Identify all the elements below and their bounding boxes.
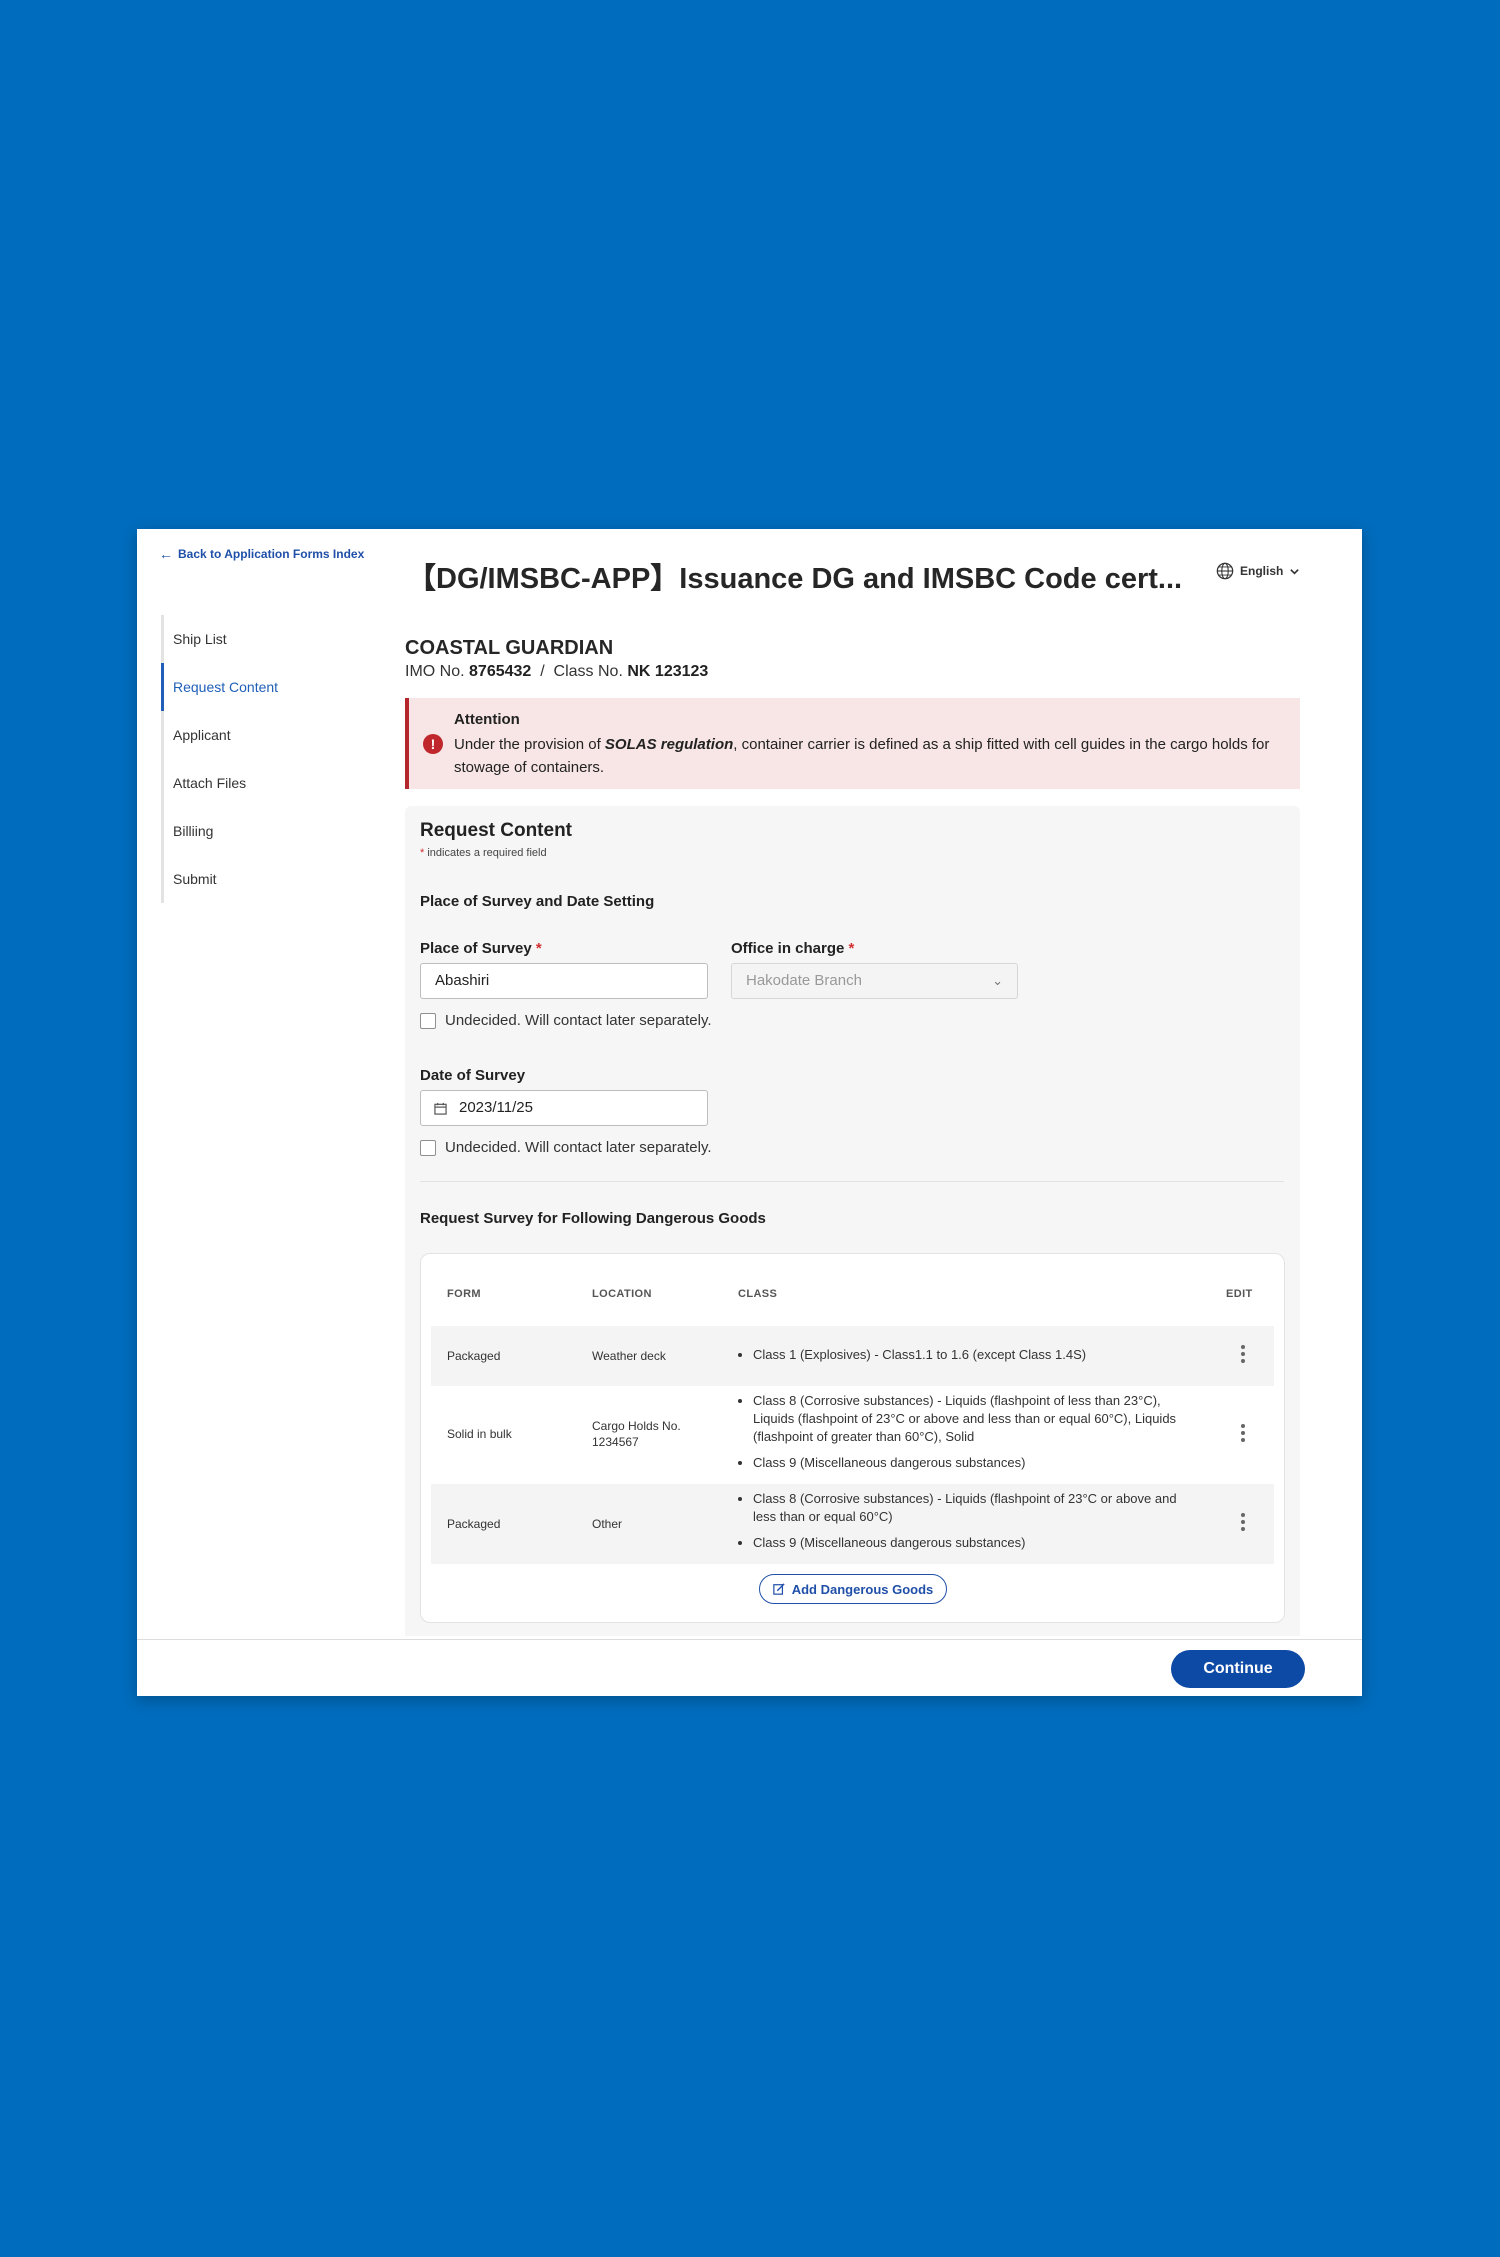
nav-item-applicant[interactable]: Applicant bbox=[164, 711, 314, 759]
alert-title: Attention bbox=[454, 711, 520, 728]
column-header-edit: EDIT bbox=[1226, 1288, 1253, 1300]
page-title: 【DG/IMSBC-APP】Issuance DG and IMSBC Code… bbox=[407, 563, 1183, 595]
globe-icon bbox=[1216, 562, 1234, 580]
place-undecided-checkbox[interactable] bbox=[420, 1012, 436, 1029]
table-row: Packaged Other Class 8 (Corrosive substa… bbox=[431, 1484, 1274, 1564]
date-of-survey-input[interactable]: 2023/11/25 bbox=[420, 1090, 708, 1126]
back-to-index-link[interactable]: ← Back to Application Forms Index bbox=[159, 547, 364, 561]
nav-item-request-content[interactable]: Request Content bbox=[161, 663, 314, 711]
column-header-class: CLASS bbox=[738, 1288, 778, 1300]
add-dangerous-goods-label: Add Dangerous Goods bbox=[791, 1581, 934, 1597]
column-header-form: FORM bbox=[447, 1288, 481, 1300]
arrow-left-icon: ← bbox=[159, 546, 173, 562]
table-row: Packaged Weather deck Class 1 (Explosive… bbox=[431, 1326, 1274, 1386]
class-label: Class No. bbox=[553, 663, 623, 680]
chevron-down-icon bbox=[1290, 568, 1300, 575]
footer-divider bbox=[137, 1639, 1362, 1640]
section-title-dangerous-goods: Request Survey for Following Dangerous G… bbox=[420, 1210, 766, 1227]
class-number: NK 123123 bbox=[627, 663, 709, 680]
continue-button[interactable]: Continue bbox=[1171, 1650, 1305, 1688]
imo-number: 8765432 bbox=[469, 663, 532, 680]
cell-class: Class 8 (Corrosive substances) - Liquids… bbox=[738, 1490, 1183, 1552]
chevron-down-icon: ⌄ bbox=[992, 973, 1003, 988]
edit-icon bbox=[772, 1583, 785, 1595]
place-of-survey-label: Place of Survey * bbox=[420, 940, 542, 957]
place-undecided-checkbox-row[interactable]: Undecided. Will contact later separately… bbox=[420, 1012, 712, 1029]
date-undecided-label: Undecided. Will contact later separately… bbox=[445, 1139, 712, 1156]
language-selector[interactable]: English bbox=[1216, 562, 1300, 580]
back-link-label: Back to Application Forms Index bbox=[178, 547, 365, 561]
nav-item-attach-files[interactable]: Attach Files bbox=[164, 759, 314, 807]
alert-body: Under the provision of SOLAS regulation,… bbox=[454, 736, 1270, 776]
ship-identifiers: IMO No. 8765432 / Class No. NK 123123 bbox=[405, 663, 709, 680]
cell-location: Weather deck bbox=[592, 1349, 666, 1363]
row-menu-kebab-icon[interactable] bbox=[1239, 1345, 1247, 1363]
error-icon: ! bbox=[423, 734, 443, 754]
section-divider bbox=[420, 1181, 1284, 1182]
language-label: English bbox=[1240, 564, 1284, 578]
office-in-charge-select[interactable]: Hakodate Branch ⌄ bbox=[731, 963, 1018, 999]
class-item: Class 8 (Corrosive substances) - Liquids… bbox=[753, 1392, 1183, 1446]
attention-alert: ! Attention Under the provision of SOLAS… bbox=[405, 698, 1300, 789]
table-row: Solid in bulk Cargo Holds No. 1234567 Cl… bbox=[431, 1386, 1274, 1484]
ship-name: COASTAL GUARDIAN bbox=[405, 637, 614, 659]
imo-label: IMO No. bbox=[405, 663, 465, 680]
request-content-panel: Request Content * indicates a required f… bbox=[405, 806, 1300, 1636]
nav-item-submit[interactable]: Submit bbox=[164, 855, 314, 903]
class-item: Class 1 (Explosives) - Class1.1 to 1.6 (… bbox=[753, 1346, 1178, 1364]
cell-form: Packaged bbox=[447, 1349, 501, 1363]
class-item: Class 8 (Corrosive substances) - Liquids… bbox=[753, 1490, 1183, 1526]
place-of-survey-input[interactable]: Abashiri bbox=[420, 963, 708, 999]
date-undecided-checkbox[interactable] bbox=[420, 1139, 436, 1156]
section-title-place-date: Place of Survey and Date Setting bbox=[420, 893, 655, 910]
cell-form: Packaged bbox=[447, 1517, 501, 1531]
date-of-survey-label: Date of Survey bbox=[420, 1067, 526, 1084]
cell-class: Class 1 (Explosives) - Class1.1 to 1.6 (… bbox=[738, 1346, 1178, 1364]
cell-form: Solid in bulk bbox=[447, 1427, 512, 1441]
class-item: Class 9 (Miscellaneous dangerous substan… bbox=[753, 1534, 1183, 1552]
class-item: Class 9 (Miscellaneous dangerous substan… bbox=[753, 1454, 1183, 1472]
app-window: ← Back to Application Forms Index 【DG/IM… bbox=[137, 529, 1362, 1696]
column-header-location: LOCATION bbox=[592, 1288, 652, 1300]
nav-item-ship-list[interactable]: Ship List bbox=[164, 615, 314, 663]
row-menu-kebab-icon[interactable] bbox=[1239, 1513, 1247, 1531]
cell-location: Cargo Holds No. 1234567 bbox=[592, 1419, 681, 1449]
cell-class: Class 8 (Corrosive substances) - Liquids… bbox=[738, 1392, 1183, 1472]
panel-title: Request Content bbox=[420, 820, 572, 841]
add-dangerous-goods-button[interactable]: Add Dangerous Goods bbox=[759, 1574, 947, 1604]
step-nav: Ship List Request Content Applicant Atta… bbox=[161, 615, 314, 903]
row-menu-kebab-icon[interactable] bbox=[1239, 1424, 1247, 1442]
place-undecided-label: Undecided. Will contact later separately… bbox=[445, 1012, 712, 1029]
cell-location: Other bbox=[592, 1517, 623, 1531]
nav-item-billing[interactable]: Billiing bbox=[164, 807, 314, 855]
date-undecided-checkbox-row[interactable]: Undecided. Will contact later separately… bbox=[420, 1139, 712, 1156]
dangerous-goods-table: FORM LOCATION CLASS EDIT Packaged Weathe… bbox=[420, 1253, 1285, 1623]
calendar-icon bbox=[434, 1102, 447, 1115]
required-note: * indicates a required field bbox=[420, 847, 547, 859]
office-in-charge-label: Office in charge * bbox=[731, 940, 855, 957]
